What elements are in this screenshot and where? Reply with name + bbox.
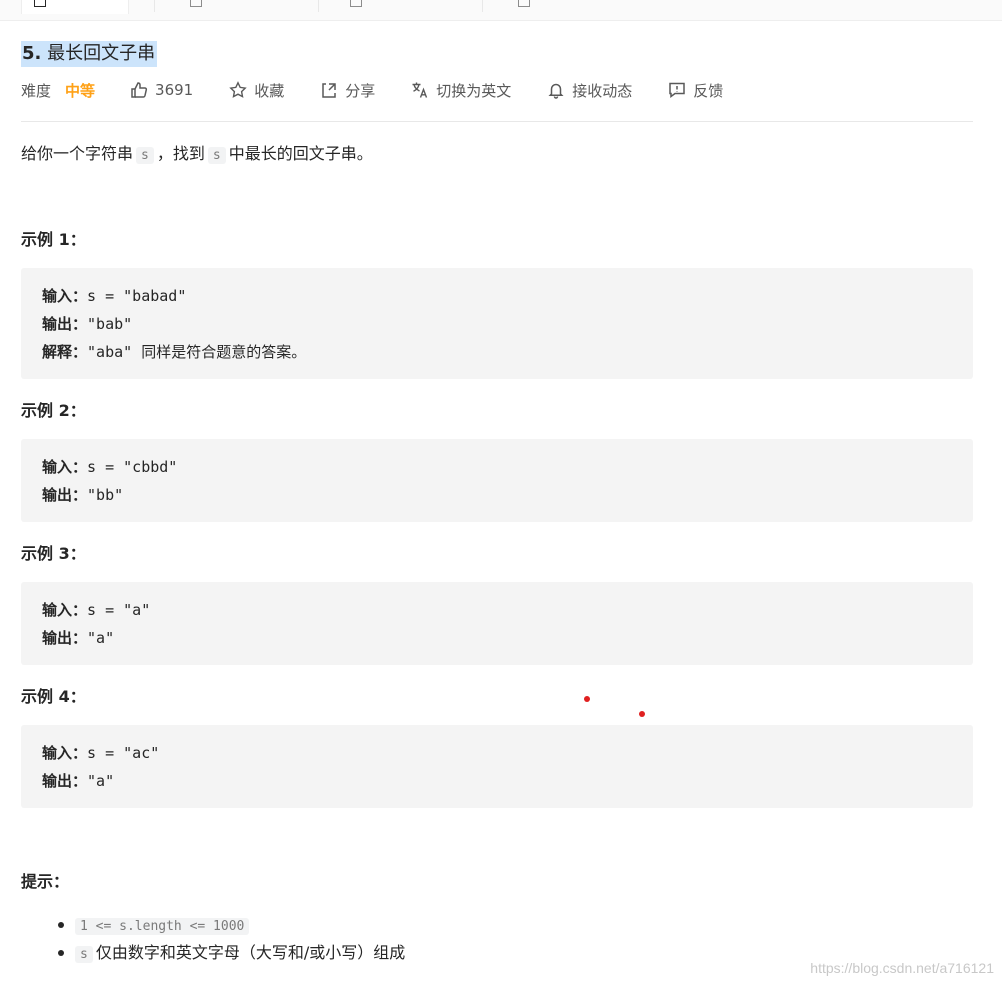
tab-separator [482, 0, 483, 12]
example-title: 示例 4： [21, 687, 86, 706]
tab-discussions[interactable] [350, 0, 362, 14]
difficulty-label: 难度 [21, 81, 52, 100]
example-key: 输入： [42, 458, 88, 476]
tab-submissions[interactable] [518, 0, 530, 14]
example-value: s = "cbbd" [87, 458, 178, 476]
example-value: "aba" 同样是符合题意的答案。 [87, 343, 307, 361]
example-line: 输出："a" [42, 767, 952, 795]
hints-title: 提示： [21, 872, 70, 891]
example-key: 输出： [42, 486, 88, 504]
feedback-label: 反馈 [693, 81, 724, 100]
example-key: 输出： [42, 315, 88, 333]
example-value: "bb" [87, 486, 124, 504]
history-icon [518, 0, 530, 7]
inline-code: s [75, 946, 93, 963]
marker-dot [639, 711, 645, 717]
example-title: 示例 3： [21, 544, 86, 563]
example-key: 输入： [42, 287, 88, 305]
switch-language-label: 切换为英文 [436, 81, 512, 100]
example-code-block: 输入：s = "a" 输出："a" [21, 582, 973, 665]
tab-bar [0, 0, 1002, 21]
hints-list: 1 <= s.length <= 1000 s 仅由数字和英文字母（大写和/或小写… [21, 911, 405, 967]
example-key: 输入： [42, 601, 88, 619]
example-title: 示例 1： [21, 230, 86, 249]
translate-icon [411, 81, 429, 99]
tab-solutions[interactable] [190, 0, 202, 14]
example-key: 输出： [42, 629, 88, 647]
hint-text: 仅由数字和英文字母（大写和/或小写）组成 [95, 943, 406, 962]
problem-number: 5. [22, 43, 42, 64]
example-title: 示例 2： [21, 401, 86, 420]
example-line: 输入：s = "cbbd" [42, 453, 952, 481]
example-code-block: 输入：s = "cbbd" 输出："bb" [21, 439, 973, 522]
problem-meta-bar: 难度 中等 3691 收藏 分享 切换为英文 接收动态 反馈 [21, 78, 723, 102]
hint-item: 1 <= s.length <= 1000 [21, 911, 405, 939]
example-line: 输出："bab" [42, 310, 952, 338]
tab-description[interactable] [21, 0, 129, 14]
inline-code: s [207, 147, 226, 164]
watermark: https://blog.csdn.net/a716121 [810, 960, 994, 976]
example-line: 输入：s = "babad" [42, 282, 952, 310]
bell-icon [547, 81, 565, 99]
share-button[interactable]: 分享 [320, 80, 375, 101]
example-value: s = "babad" [87, 287, 187, 305]
share-icon [320, 81, 338, 99]
example-line: 输出："a" [42, 624, 952, 652]
example-line: 解释："aba" 同样是符合题意的答案。 [42, 338, 952, 366]
problem-title: 5. 最长回文子串 [21, 41, 158, 67]
example-line: 输入：s = "ac" [42, 739, 952, 767]
document-icon [34, 0, 46, 7]
example-line: 输入：s = "a" [42, 596, 952, 624]
tab-separator [154, 0, 155, 12]
like-button[interactable]: 3691 [130, 81, 193, 99]
feedback-icon [668, 81, 686, 99]
marker-dot [584, 696, 590, 702]
share-label: 分享 [345, 81, 376, 100]
subscribe-button[interactable]: 接收动态 [547, 80, 632, 101]
example-code-block: 输入：s = "ac" 输出："a" [21, 725, 973, 808]
example-key: 输出： [42, 772, 88, 790]
example-value: "a" [87, 629, 115, 647]
example-line: 输出："bb" [42, 481, 952, 509]
thumbs-up-icon [130, 81, 148, 99]
example-value: s = "a" [87, 601, 151, 619]
description-text: 中最长的回文子串。 [228, 144, 373, 163]
example-value: "bab" [87, 315, 133, 333]
subscribe-label: 接收动态 [572, 81, 633, 100]
problem-title-text: 最长回文子串 [47, 43, 156, 64]
inline-code: s [136, 147, 154, 164]
like-count: 3691 [155, 81, 194, 99]
feedback-button[interactable]: 反馈 [668, 80, 723, 101]
switch-language-button[interactable]: 切换为英文 [411, 80, 511, 101]
example-code-block: 输入：s = "babad" 输出："bab" 解释："aba" 同样是符合题意… [21, 268, 973, 379]
flask-icon [190, 0, 202, 7]
problem-page: 5. 最长回文子串 难度 中等 3691 收藏 分享 切换为英文 接收动态 反馈… [0, 0, 1002, 988]
description-text: 给你一个字符串 [21, 144, 134, 163]
favorite-label: 收藏 [254, 81, 285, 100]
difficulty-badge: 中等 [65, 81, 96, 100]
favorite-button[interactable]: 收藏 [229, 80, 284, 101]
problem-description: 给你一个字符串 s ，找到 s 中最长的回文子串。 [21, 140, 373, 170]
hint-item: s 仅由数字和英文字母（大写和/或小写）组成 [21, 939, 405, 967]
description-text: ，找到 [156, 144, 205, 163]
example-value: "a" [87, 772, 115, 790]
example-key: 解释： [42, 343, 88, 361]
tab-separator [318, 0, 319, 12]
chat-icon [350, 0, 362, 7]
inline-code: 1 <= s.length <= 1000 [75, 918, 250, 935]
example-key: 输入： [42, 744, 88, 762]
divider [21, 121, 973, 122]
star-icon [229, 81, 247, 99]
example-value: s = "ac" [87, 744, 160, 762]
